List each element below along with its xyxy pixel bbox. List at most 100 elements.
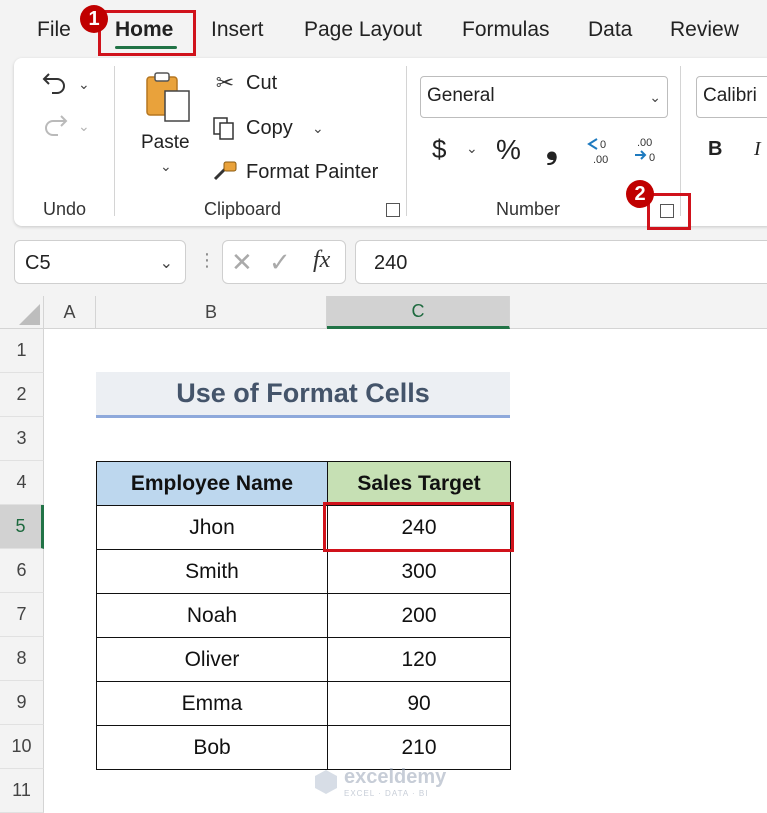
table-row: Emma 90: [96, 681, 511, 726]
number-launcher-highlight: [647, 193, 691, 230]
row-header-10[interactable]: 10: [0, 725, 44, 769]
row-header-6[interactable]: 6: [0, 549, 44, 593]
row-header-11[interactable]: 11: [0, 769, 44, 813]
watermark-name: exceldemy: [344, 766, 447, 788]
paste-button[interactable]: Paste: [141, 132, 190, 154]
bold-button[interactable]: B: [708, 138, 722, 161]
formula-bar-grip-icon: ⋮: [198, 250, 216, 270]
worksheet: A B C 1 2 3 4 5 6 7 8 9 10 11 Use of For…: [0, 296, 767, 813]
chevron-down-icon[interactable]: ⌄: [160, 253, 173, 273]
increase-decimal-icon[interactable]: 0.00: [584, 132, 620, 168]
currency-format-button[interactable]: $: [432, 134, 446, 165]
active-cell-highlight: [323, 502, 514, 552]
number-format-select[interactable]: General ⌄: [420, 76, 668, 118]
copy-dropdown-icon[interactable]: ⌄: [312, 120, 324, 137]
select-all-button[interactable]: [0, 296, 44, 329]
table-row: Noah 200: [96, 593, 511, 638]
undo-icon[interactable]: [38, 66, 72, 100]
undo-dropdown-icon[interactable]: ⌄: [78, 76, 90, 93]
copy-icon: [210, 114, 238, 142]
table-row: Smith 300: [96, 549, 511, 594]
name-box[interactable]: C5 ⌄: [14, 240, 186, 284]
cell-target[interactable]: 210: [327, 725, 511, 770]
table-row: Oliver 120: [96, 637, 511, 682]
header-employee-name[interactable]: Employee Name: [96, 461, 328, 506]
header-sales-target[interactable]: Sales Target: [327, 461, 511, 506]
comma-style-button[interactable]: ❟: [546, 132, 558, 166]
percent-style-button[interactable]: %: [496, 134, 521, 166]
svg-text:.00: .00: [637, 137, 652, 149]
row-header-9[interactable]: 9: [0, 681, 44, 725]
cancel-icon[interactable]: ✕: [231, 247, 253, 278]
italic-button[interactable]: I: [754, 138, 761, 161]
enter-check-icon[interactable]: ✓: [269, 247, 291, 278]
column-header-c[interactable]: C: [327, 296, 510, 329]
sheet-title[interactable]: Use of Format Cells: [96, 372, 510, 418]
cut-button[interactable]: Cut: [246, 72, 277, 95]
row-header-2[interactable]: 2: [0, 373, 44, 417]
name-box-value: C5: [25, 252, 51, 274]
currency-dropdown-icon[interactable]: ⌄: [466, 140, 478, 157]
decrease-decimal-icon[interactable]: .00 0: [630, 132, 666, 168]
tab-data[interactable]: Data: [588, 18, 632, 42]
step-badge-2: 2: [626, 180, 654, 208]
number-format-value: General: [427, 85, 495, 106]
row-header-1[interactable]: 1: [0, 329, 44, 373]
tab-review[interactable]: Review: [670, 18, 739, 42]
format-painter-icon: [210, 158, 240, 186]
table-row: Bob 210: [96, 725, 511, 770]
tab-page-layout[interactable]: Page Layout: [304, 18, 422, 42]
paste-dropdown-icon[interactable]: ⌄: [160, 158, 172, 175]
row-header-7[interactable]: 7: [0, 593, 44, 637]
tab-formulas[interactable]: Formulas: [462, 18, 550, 42]
column-header-a[interactable]: A: [44, 296, 96, 329]
insert-function-button[interactable]: fx: [313, 247, 330, 274]
cell-target[interactable]: 300: [327, 549, 511, 594]
cell-target[interactable]: 120: [327, 637, 511, 682]
cell-name[interactable]: Noah: [96, 593, 328, 638]
cell-name[interactable]: Jhon: [96, 505, 328, 550]
tab-file[interactable]: File: [37, 18, 71, 42]
menu-bar: File Home Insert Page Layout Formulas Da…: [0, 0, 767, 58]
exceldemy-logo-icon: [315, 770, 337, 794]
clipboard-launcher-icon[interactable]: [386, 203, 400, 217]
cell-target[interactable]: 90: [327, 681, 511, 726]
column-header-b[interactable]: B: [96, 296, 327, 329]
cell-name[interactable]: Emma: [96, 681, 328, 726]
group-label-number: Number: [496, 199, 561, 219]
table-header-row: Employee Name Sales Target: [96, 461, 511, 506]
font-name-value: Calibri: [703, 85, 757, 106]
row-header-8[interactable]: 8: [0, 637, 44, 681]
formula-controls: ✕ ✓ fx: [222, 240, 346, 284]
ribbon-separator: [114, 66, 115, 216]
group-label-undo: Undo: [43, 199, 87, 219]
formula-input[interactable]: 240: [355, 240, 767, 284]
redo-dropdown-icon[interactable]: ⌄: [78, 118, 90, 135]
redo-icon[interactable]: [38, 108, 72, 142]
svg-text:0: 0: [649, 152, 655, 164]
svg-text:0: 0: [600, 139, 606, 151]
tab-insert[interactable]: Insert: [211, 18, 264, 42]
ribbon-separator: [406, 66, 407, 216]
column-header-empty: [510, 296, 767, 329]
paste-icon[interactable]: [140, 68, 196, 126]
cell-name[interactable]: Oliver: [96, 637, 328, 682]
watermark-tagline: EXCEL · DATA · BI: [344, 789, 429, 798]
row-header-3[interactable]: 3: [0, 417, 44, 461]
font-name-select[interactable]: Calibri: [696, 76, 767, 118]
group-label-clipboard: Clipboard: [204, 199, 282, 219]
scissors-icon: ✂: [215, 70, 235, 95]
step-badge-1: 1: [80, 5, 108, 33]
chevron-down-icon: ⌄: [649, 89, 661, 105]
formula-value: 240: [374, 252, 408, 274]
watermark: exceldemy EXCEL · DATA · BI: [312, 766, 446, 798]
copy-button[interactable]: Copy: [246, 117, 293, 140]
home-tab-highlight: [98, 10, 196, 56]
cell-name[interactable]: Bob: [96, 725, 328, 770]
row-header-5[interactable]: 5: [0, 505, 44, 549]
row-header-4[interactable]: 4: [0, 461, 44, 505]
cell-name[interactable]: Smith: [96, 549, 328, 594]
format-painter-button[interactable]: Format Painter: [246, 161, 378, 184]
cell-target[interactable]: 200: [327, 593, 511, 638]
svg-text:.00: .00: [593, 154, 608, 166]
